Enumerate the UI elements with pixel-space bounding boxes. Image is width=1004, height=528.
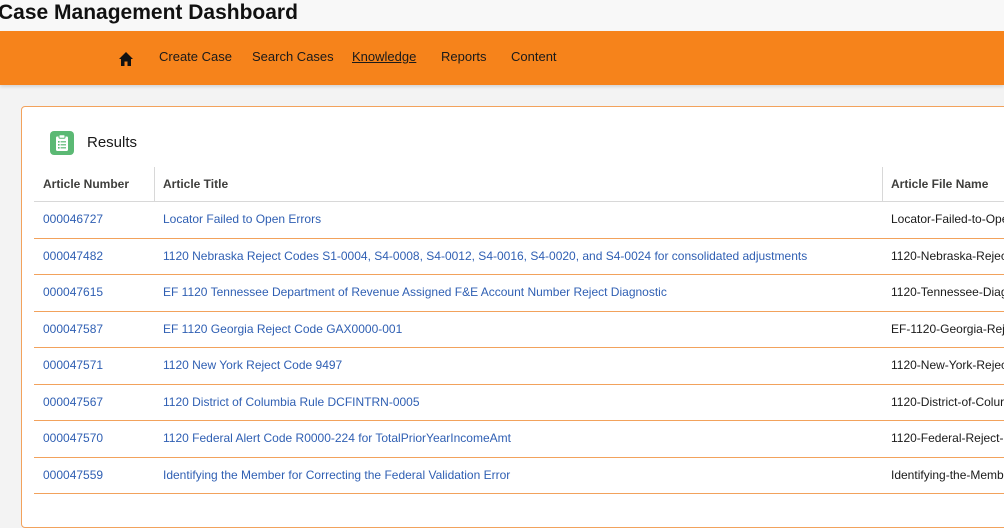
table-row[interactable]: 000047567 1120 District of Columbia Rule …	[34, 385, 1004, 421]
article-number-link[interactable]: 000047571	[43, 358, 103, 372]
article-title-link[interactable]: 1120 Nebraska Reject Codes S1-0004, S4-0…	[163, 249, 807, 263]
results-card: Results Article Number Article Title Art…	[21, 106, 1004, 528]
article-file-name: 1120-District-of-Colur	[891, 394, 1004, 409]
article-number-link[interactable]: 000046727	[43, 212, 103, 226]
table-row[interactable]: 000047559 Identifying the Member for Corr…	[34, 458, 1004, 494]
app-title: Case Management Dashboard	[0, 1, 298, 24]
table-row[interactable]: 000047571 1120 New York Reject Code 9497 1…	[34, 348, 1004, 385]
nav-search-cases[interactable]: Search Cases	[252, 49, 334, 64]
nav-content[interactable]: Content	[511, 49, 557, 64]
table-body: 000046727 Locator Failed to Open Errors Lo…	[34, 202, 1004, 494]
article-number-link[interactable]: 000047587	[43, 322, 103, 336]
article-number-link[interactable]: 000047615	[43, 285, 103, 299]
article-file-name: Identifying-the-Memb	[891, 467, 1004, 482]
table-row[interactable]: 000046727 Locator Failed to Open Errors Lo…	[34, 202, 1004, 239]
article-file-name: EF-1120-Georgia-Reje	[891, 321, 1004, 336]
nav-create-case[interactable]: Create Case	[159, 49, 232, 64]
article-number-link[interactable]: 000047482	[43, 249, 103, 263]
article-file-name: 1120-Federal-Reject-C	[891, 431, 1004, 445]
article-number-link[interactable]: 000047559	[43, 468, 103, 482]
article-title-link[interactable]: EF 1120 Tennessee Department of Revenue …	[163, 285, 667, 299]
article-title-link[interactable]: 1120 District of Columbia Rule DCFINTRN-…	[163, 395, 420, 409]
article-number-link[interactable]: 000047570	[43, 431, 103, 445]
article-file-name: 1120-New-York-Reject	[891, 358, 1004, 372]
title-bar: Case Management Dashboard	[0, 0, 1004, 31]
table-row[interactable]: 000047615 EF 1120 Tennessee Department of…	[34, 275, 1004, 312]
column-divider[interactable]	[882, 167, 883, 201]
article-title-link[interactable]: Identifying the Member for Correcting th…	[163, 468, 510, 482]
article-file-name: Locator-Failed-to-Ope	[891, 212, 1004, 226]
column-header-article-number[interactable]: Article Number	[43, 177, 129, 191]
main-nav: Create Case Search Cases Knowledge Repor…	[0, 31, 1004, 85]
article-file-name: 1120-Tennessee-Diagn	[891, 285, 1004, 299]
home-icon[interactable]	[118, 51, 134, 67]
column-divider[interactable]	[154, 167, 155, 201]
table-row[interactable]: 000047482 1120 Nebraska Reject Codes S1-0…	[34, 239, 1004, 275]
nav-reports[interactable]: Reports	[441, 49, 487, 64]
clipboard-list-icon	[50, 131, 74, 155]
results-title: Results	[87, 134, 138, 151]
article-number-link[interactable]: 000047567	[43, 395, 103, 409]
column-header-article-title[interactable]: Article Title	[163, 177, 228, 191]
results-table: Article Number Article Title Article Fil…	[34, 167, 1004, 494]
column-header-article-file-name[interactable]: Article File Name	[891, 177, 988, 191]
article-title-link[interactable]: 1120 Federal Alert Code R0000-224 for To…	[163, 431, 511, 445]
table-row[interactable]: 000047587 EF 1120 Georgia Reject Code GAX…	[34, 312, 1004, 348]
article-file-name: 1120-Nebraska-Reject	[891, 248, 1004, 263]
article-title-link[interactable]: EF 1120 Georgia Reject Code GAX0000-001	[163, 322, 402, 336]
article-title-link[interactable]: Locator Failed to Open Errors	[163, 212, 321, 226]
article-title-link[interactable]: 1120 New York Reject Code 9497	[163, 358, 342, 372]
table-row[interactable]: 000047570 1120 Federal Alert Code R0000-2…	[34, 421, 1004, 458]
table-header: Article Number Article Title Article Fil…	[34, 167, 1004, 202]
nav-knowledge[interactable]: Knowledge	[352, 49, 416, 64]
